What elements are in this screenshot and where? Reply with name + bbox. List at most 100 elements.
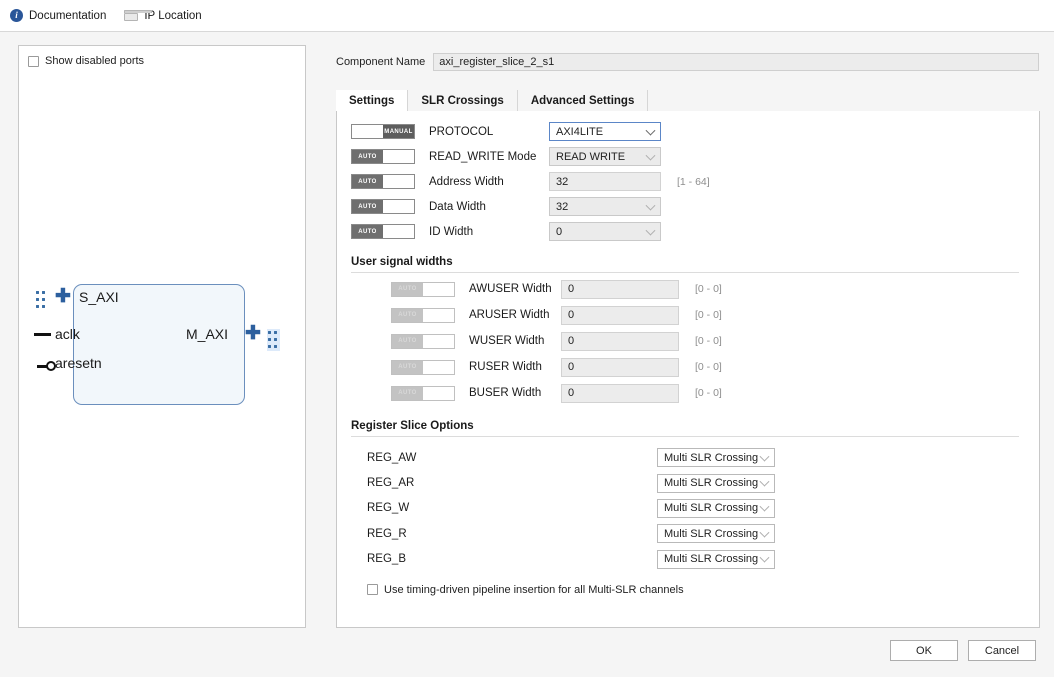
awuser-width-range-hint: [0 - 0] [695, 283, 722, 295]
documentation-link[interactable]: i Documentation [10, 9, 106, 22]
chevron-down-icon [760, 477, 770, 487]
setting-row-protocol: MANUAL PROTOCOL AXI4LITE [351, 119, 1039, 144]
ip-block-diagram: ✚ S_AXI aclk aresetn M_AXI ✚ [19, 46, 307, 629]
m-axi-bus-connector[interactable] [267, 329, 280, 351]
folder-icon [124, 10, 138, 21]
component-name-input[interactable]: axi_register_slice_2_s1 [433, 53, 1039, 71]
reg-r-select[interactable]: Multi SLR Crossing [657, 524, 775, 543]
chevron-down-icon [646, 150, 656, 160]
reg-b-label: REG_B [367, 553, 657, 565]
ip-location-label: IP Location [144, 10, 201, 22]
ip-location-link[interactable]: IP Location [124, 10, 201, 22]
register-slice-row-reg-ar: REG_AR Multi SLR Crossing [367, 470, 1039, 495]
toggle-text: AUTO [352, 200, 383, 213]
awuser-width-auto-manual-toggle: AUTO [391, 282, 455, 297]
port-label-m-axi: M_AXI [186, 326, 228, 342]
component-name-label: Component Name [336, 56, 425, 68]
ruser-width-input: 0 [561, 358, 679, 377]
user-signal-widths-divider [351, 272, 1019, 273]
port-label-aresetn: aresetn [55, 355, 102, 371]
toggle-text: AUTO [392, 361, 423, 374]
aruser-width-input: 0 [561, 306, 679, 325]
toggle-text: MANUAL [383, 125, 414, 138]
wuser-width-auto-manual-toggle: AUTO [391, 334, 455, 349]
cancel-button[interactable]: Cancel [968, 640, 1036, 661]
aruser-width-auto-manual-toggle: AUTO [391, 308, 455, 323]
timing-driven-pipeline-checkbox[interactable]: Use timing-driven pipeline insertion for… [367, 584, 1039, 596]
toggle-text: AUTO [352, 175, 383, 188]
setting-row-aruser-width: AUTO ARUSER Width 0 [0 - 0] [391, 302, 1039, 328]
buser-width-label: BUSER Width [469, 387, 561, 399]
id-width-value: 0 [556, 226, 562, 238]
id-width-label: ID Width [429, 226, 549, 238]
documentation-label: Documentation [29, 10, 106, 22]
register-slice-options-heading: Register Slice Options [351, 406, 1039, 432]
wuser-width-label: WUSER Width [469, 335, 561, 347]
address-width-input[interactable]: 32 [549, 172, 661, 191]
address-width-range-hint: [1 - 64] [677, 176, 710, 188]
protocol-select[interactable]: AXI4LITE [549, 122, 661, 141]
tab-slr-crossings[interactable]: SLR Crossings [408, 90, 517, 111]
reg-ar-label: REG_AR [367, 477, 657, 489]
buser-width-input: 0 [561, 384, 679, 403]
setting-row-address-width: AUTO Address Width 32 [1 - 64] [351, 169, 1039, 194]
read-write-mode-select[interactable]: READ WRITE [549, 147, 661, 166]
checkbox-box[interactable] [367, 584, 378, 595]
s-axi-expand-icon[interactable]: ✚ [55, 287, 71, 306]
data-width-value: 32 [556, 201, 568, 213]
user-signal-widths-heading: User signal widths [351, 244, 1039, 268]
s-axi-bus-connector[interactable] [35, 289, 48, 311]
setting-row-read-write-mode: AUTO READ_WRITE Mode READ WRITE [351, 144, 1039, 169]
reg-aw-value: Multi SLR Crossing [664, 452, 758, 464]
register-slice-options-divider [351, 436, 1019, 437]
tab-advanced-settings[interactable]: Advanced Settings [518, 90, 649, 111]
tab-filler [648, 90, 1040, 111]
id-width-select[interactable]: 0 [549, 222, 661, 241]
aclk-port-connector[interactable] [34, 333, 51, 336]
aresetn-port-connector[interactable] [37, 361, 57, 371]
chevron-down-icon [646, 200, 656, 210]
protocol-auto-manual-toggle[interactable]: MANUAL [351, 124, 415, 139]
reg-w-select[interactable]: Multi SLR Crossing [657, 499, 775, 518]
protocol-value: AXI4LITE [556, 126, 603, 138]
read-write-mode-value: READ WRITE [556, 151, 625, 163]
setting-row-id-width: AUTO ID Width 0 [351, 219, 1039, 244]
register-slice-row-reg-aw: REG_AW Multi SLR Crossing [367, 445, 1039, 470]
toggle-text: AUTO [392, 387, 423, 400]
timing-driven-pipeline-label: Use timing-driven pipeline insertion for… [384, 584, 684, 596]
ip-preview-panel: Show disabled ports ✚ S_AXI aclk aresetn… [18, 45, 306, 628]
id-width-auto-manual-toggle[interactable]: AUTO [351, 224, 415, 239]
awuser-width-input: 0 [561, 280, 679, 299]
address-width-auto-manual-toggle[interactable]: AUTO [351, 174, 415, 189]
reg-aw-select[interactable]: Multi SLR Crossing [657, 448, 775, 467]
register-slice-row-reg-b: REG_B Multi SLR Crossing [367, 547, 1039, 572]
read-write-mode-auto-manual-toggle[interactable]: AUTO [351, 149, 415, 164]
reg-b-select[interactable]: Multi SLR Crossing [657, 550, 775, 569]
chevron-down-icon [646, 225, 656, 235]
protocol-label: PROTOCOL [429, 126, 549, 138]
tab-settings[interactable]: Settings [336, 90, 408, 112]
setting-row-awuser-width: AUTO AWUSER Width 0 [0 - 0] [391, 276, 1039, 302]
chevron-down-icon [760, 528, 770, 538]
wuser-width-range-hint: [0 - 0] [695, 335, 722, 347]
ok-button[interactable]: OK [890, 640, 958, 661]
setting-row-buser-width: AUTO BUSER Width 0 [0 - 0] [391, 380, 1039, 406]
awuser-width-label: AWUSER Width [469, 283, 561, 295]
toggle-text: AUTO [352, 150, 383, 163]
aruser-width-range-hint: [0 - 0] [695, 309, 722, 321]
setting-row-wuser-width: AUTO WUSER Width 0 [0 - 0] [391, 328, 1039, 354]
reg-ar-select[interactable]: Multi SLR Crossing [657, 474, 775, 493]
m-axi-expand-icon[interactable]: ✚ [245, 324, 261, 343]
aruser-width-label: ARUSER Width [469, 309, 561, 321]
data-width-auto-manual-toggle[interactable]: AUTO [351, 199, 415, 214]
toggle-text: AUTO [392, 283, 423, 296]
reg-w-label: REG_W [367, 502, 657, 514]
toggle-text: AUTO [352, 225, 383, 238]
reg-b-value: Multi SLR Crossing [664, 553, 758, 565]
address-width-label: Address Width [429, 176, 549, 188]
reg-ar-value: Multi SLR Crossing [664, 477, 758, 489]
setting-row-ruser-width: AUTO RUSER Width 0 [0 - 0] [391, 354, 1039, 380]
register-slice-row-reg-r: REG_R Multi SLR Crossing [367, 521, 1039, 546]
dialog-footer: OK Cancel [0, 640, 1054, 661]
data-width-select[interactable]: 32 [549, 197, 661, 216]
